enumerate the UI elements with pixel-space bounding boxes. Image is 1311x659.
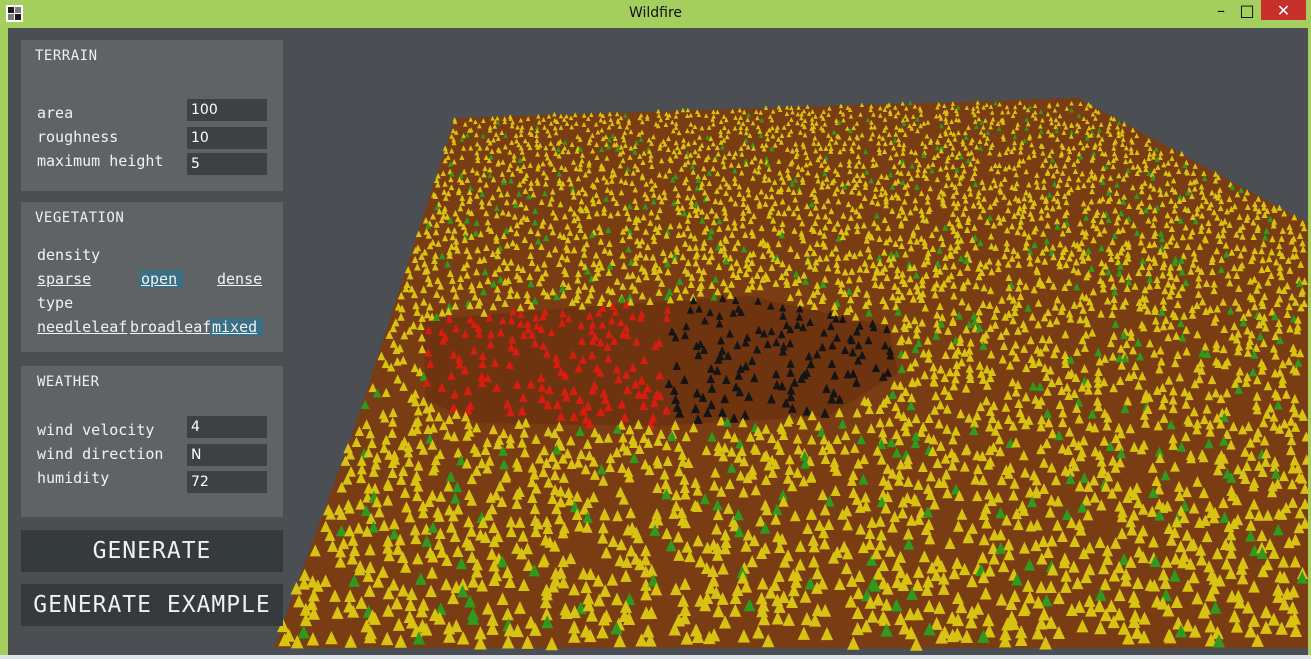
wind-velocity-label: wind velocity [37, 421, 155, 439]
density-open-option[interactable]: open [139, 270, 184, 288]
maximum-height-label: maximum height [37, 152, 164, 170]
minimize-button[interactable]: – [1208, 0, 1234, 20]
tree-marker [784, 104, 790, 110]
tree-marker [685, 107, 691, 113]
weather-panel: WEATHER wind velocity 4 wind direction N… [21, 366, 283, 517]
tree-marker [859, 102, 865, 108]
maximize-button[interactable]: □ [1234, 0, 1260, 20]
window-title: Wildfire [628, 5, 683, 21]
type-needleleaf-option[interactable]: needleleaf [35, 318, 129, 336]
density-label: density [37, 246, 101, 264]
tree-marker [763, 105, 769, 110]
close-icon: ✕ [1276, 0, 1291, 20]
vegetation-heading: VEGETATION [35, 210, 125, 226]
wind-velocity-input[interactable]: 4 [187, 416, 267, 438]
tree-marker [680, 107, 686, 113]
terrain-heading: TERRAIN [35, 48, 98, 64]
vegetation-panel: VEGETATION density sparse open dense typ… [21, 202, 283, 352]
terrain-panel: TERRAIN area 100 roughness 10 maximum he… [21, 40, 283, 191]
title-bar: Wildfire – □ ✕ [0, 0, 1311, 27]
area-label: area [37, 104, 74, 122]
roughness-input[interactable]: 10 [187, 127, 267, 149]
close-button[interactable]: ✕ [1261, 0, 1306, 20]
density-sparse-option[interactable]: sparse [35, 270, 93, 288]
tree-marker [908, 100, 913, 106]
type-broadleaf-option[interactable]: broadleaf [128, 318, 213, 336]
maximum-height-input[interactable]: 5 [187, 153, 267, 175]
generate-button[interactable]: GENERATE [21, 530, 283, 572]
humidity-input[interactable]: 72 [187, 471, 267, 493]
tree-marker [656, 108, 661, 114]
humidity-label: humidity [37, 469, 110, 487]
type-mixed-option[interactable]: mixed [210, 318, 264, 336]
tree-marker [805, 104, 810, 109]
density-dense-option[interactable]: dense [215, 270, 264, 288]
taskbar-edge [0, 655, 1311, 659]
wind-direction-label: wind direction [37, 445, 164, 463]
simulation-viewport[interactable]: TERRAIN area 100 roughness 10 maximum he… [8, 28, 1308, 655]
area-input[interactable]: 100 [187, 99, 267, 121]
tree-marker [900, 101, 905, 106]
maximize-icon: □ [1239, 0, 1255, 20]
roughness-label: roughness [37, 128, 119, 146]
tree-marker [552, 111, 557, 117]
wind-direction-input[interactable]: N [187, 444, 267, 466]
minimize-icon: – [1217, 0, 1225, 20]
type-label: type [37, 294, 74, 312]
weather-heading: WEATHER [37, 374, 100, 390]
generate-example-button[interactable]: GENERATE EXAMPLE [21, 584, 283, 626]
